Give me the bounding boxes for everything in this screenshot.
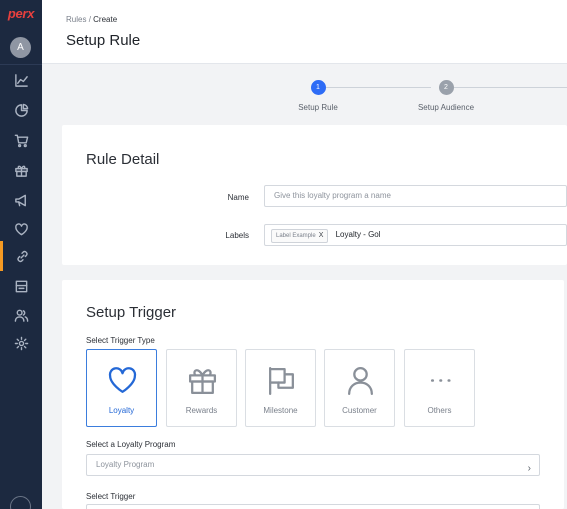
avatar[interactable]: A [10, 37, 31, 58]
sidebar-item-reports[interactable] [0, 95, 42, 125]
label-tag: Label Example X [271, 229, 329, 243]
sidebar-item-shop[interactable] [0, 125, 42, 155]
loyalty-program-label: Select a Loyalty Program [86, 440, 176, 449]
perx-logo[interactable]: perx [4, 6, 38, 21]
rule-detail-card: Rule Detail Name Give this loyalty progr… [62, 125, 567, 265]
heart-icon [108, 367, 137, 393]
link-icon [17, 250, 28, 262]
tag-remove-icon[interactable]: X [319, 232, 324, 239]
select-trigger-label: Select Trigger [86, 492, 136, 501]
help-icon[interactable] [10, 496, 31, 509]
sidebar: perx A [0, 0, 42, 509]
setup-trigger-card: Setup Trigger Select Trigger Type Loyalt… [62, 280, 564, 509]
labels-typed-value: Loyalty - Gol [335, 230, 381, 239]
page-title: Setup Rule [66, 32, 141, 49]
step-number-badge: 1 [310, 80, 326, 95]
breadcrumb-current: Create [93, 15, 118, 24]
trigger-type-rewards[interactable]: Rewards [166, 349, 237, 427]
sidebar-item-settings[interactable] [0, 328, 42, 358]
name-placeholder: Give this loyalty program a name [274, 191, 391, 200]
person-icon [348, 366, 373, 396]
users-icon [14, 309, 28, 322]
trigger-select[interactable] [86, 504, 540, 509]
labels-input[interactable]: Label Example X Loyalty - Gol [264, 224, 567, 246]
breadcrumb: Rules / Create [66, 15, 117, 24]
sidebar-item-analytics[interactable] [0, 65, 42, 95]
step-label: Setup Rule [298, 103, 338, 112]
pie-chart-icon [14, 103, 28, 117]
trigger-type-milestone[interactable]: Milestone [245, 349, 316, 427]
heart-icon [14, 222, 28, 235]
loyalty-program-select[interactable]: Loyalty Program › [86, 454, 540, 476]
sidebar-item-rewards[interactable] [0, 155, 42, 185]
sidebar-item-rules[interactable] [0, 241, 42, 271]
sidebar-item-merchants[interactable] [0, 271, 42, 301]
trigger-type-customer[interactable]: Customer [324, 349, 395, 427]
flag-icon [269, 366, 294, 396]
tile-label: Rewards [185, 406, 218, 415]
trigger-type-label: Select Trigger Type [86, 336, 155, 345]
name-input[interactable]: Give this loyalty program a name [264, 185, 567, 207]
loyalty-program-placeholder: Loyalty Program [96, 460, 155, 469]
gear-icon [14, 336, 28, 350]
step-number-badge: 2 [438, 80, 454, 95]
sidebar-item-campaigns[interactable] [0, 185, 42, 215]
chart-line-icon [14, 73, 28, 87]
trigger-type-others[interactable]: Others [404, 349, 475, 427]
label-tag-text: Label Example [276, 233, 316, 239]
gift-icon [14, 165, 28, 177]
section-title: Setup Trigger [86, 304, 177, 321]
trigger-type-loyalty[interactable]: Loyalty [86, 349, 157, 427]
step-setup-rule[interactable]: 1 Setup Rule [288, 80, 348, 112]
gift-icon [188, 369, 217, 395]
sidebar-item-loyalty[interactable] [0, 214, 42, 244]
section-title: Rule Detail [86, 151, 160, 168]
cart-icon [14, 134, 28, 147]
tile-label: Others [427, 406, 452, 415]
tile-label: Customer [342, 406, 377, 415]
tile-label: Milestone [263, 406, 298, 415]
step-setup-audience[interactable]: 2 Setup Audience [406, 80, 486, 112]
breadcrumb-root[interactable]: Rules [66, 15, 86, 24]
step-label: Setup Audience [417, 103, 475, 112]
name-field-label: Name [227, 193, 249, 202]
chevron-right-icon: › [527, 463, 531, 474]
breadcrumb-separator: / [88, 15, 91, 24]
page-header: Rules / Create Setup Rule [42, 0, 567, 64]
labels-field-label: Labels [225, 231, 249, 240]
megaphone-icon [14, 194, 26, 206]
store-icon [15, 280, 27, 292]
tile-label: Loyalty [108, 406, 135, 415]
more-dots-icon [430, 379, 451, 382]
sidebar-item-customers[interactable] [0, 300, 42, 330]
